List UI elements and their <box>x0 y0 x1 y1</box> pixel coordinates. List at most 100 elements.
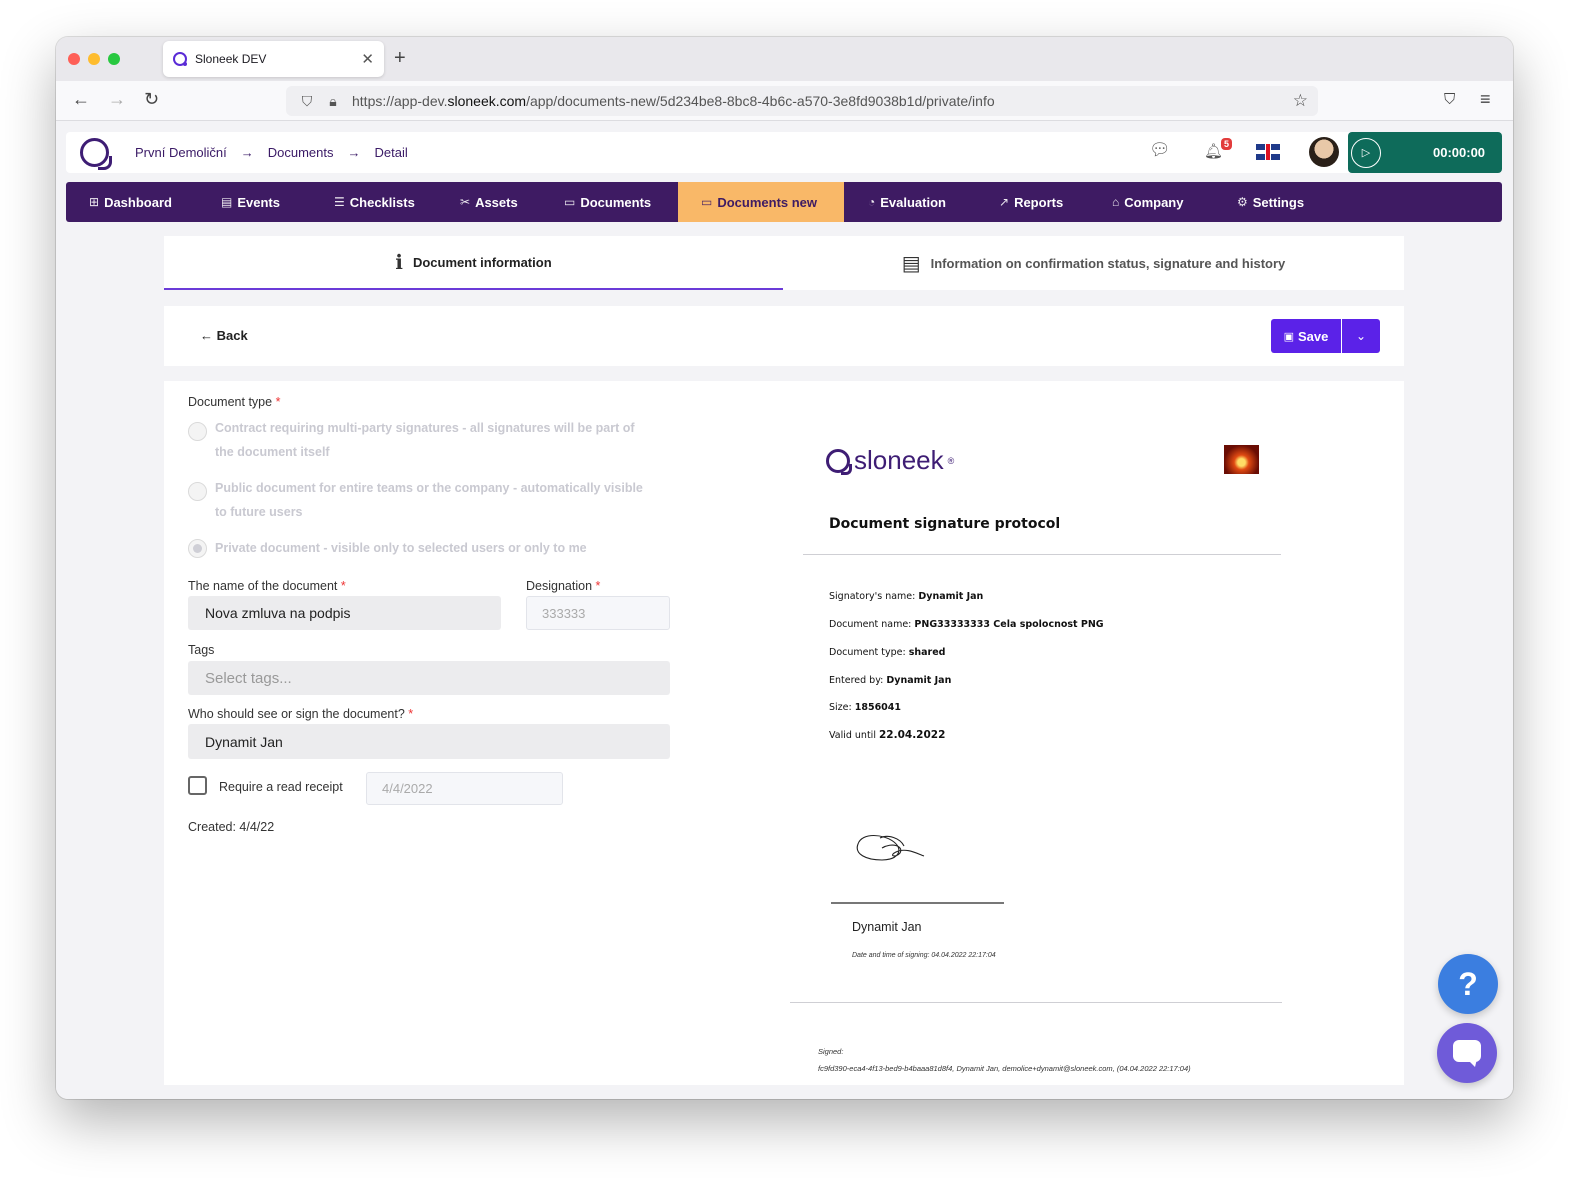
document-form-card: Document type * Contract requiring multi… <box>164 381 1404 1085</box>
browser-window: Sloneek DEV ✕ + ← → ↻ ⛉ 🔒︎ https://app-d… <box>56 37 1513 1099</box>
chat-button[interactable] <box>1437 1023 1497 1083</box>
help-button[interactable]: ? <box>1438 954 1498 1014</box>
info-icon: ℹ <box>395 251 403 274</box>
chart-icon: ↗ <box>999 195 1010 209</box>
document-name-label: The name of the document * <box>188 579 346 593</box>
menu-item-documents[interactable]: ▭ Documents <box>552 182 678 222</box>
tab-document-information[interactable]: ℹ Document information <box>164 236 783 290</box>
created-date: Created: 4/4/22 <box>188 820 275 834</box>
close-window-button[interactable] <box>68 53 80 65</box>
document-preview: sloneek ® Document signature protocol Sig… <box>790 381 1310 1085</box>
radio-option-public[interactable]: Public document for entire teams or the … <box>188 476 648 524</box>
radio-button[interactable] <box>188 482 207 501</box>
sloneek-logo-icon[interactable] <box>80 138 112 170</box>
menu-item-evaluation[interactable]: ◔ Evaluation <box>844 182 975 222</box>
preview-field-document-name: Document name: PNG33333333 Cela spolocno… <box>829 619 1104 630</box>
notification-count-badge: 5 <box>1221 138 1233 150</box>
form-toolbar: ← Back ▣ Save ⌄ <box>164 306 1404 366</box>
signed-hash: Signed: fc9fd390-eca4-4f13-bed9-b4baaa81… <box>818 1047 1191 1073</box>
menu-item-reports[interactable]: ↗ Reports <box>975 182 1088 222</box>
menu-item-events[interactable]: ▤ Events <box>209 182 322 222</box>
radio-option-private[interactable]: Private document - visible only to selec… <box>188 536 648 560</box>
save-button[interactable]: ▣ Save <box>1271 319 1341 353</box>
bookmark-star-icon[interactable]: ☆ <box>1293 91 1308 111</box>
signature-line <box>831 902 1004 904</box>
browser-tabstrip: Sloneek DEV ✕ + <box>56 37 1513 81</box>
gear-icon: ⚙ <box>1237 195 1248 209</box>
read-receipt-checkbox[interactable] <box>188 776 207 795</box>
breadcrumb-company[interactable]: První Demoliční <box>135 145 227 160</box>
tags-select[interactable]: Select tags... <box>188 661 670 695</box>
app-root: První Demoliční → Documents → Detail 💬︎ … <box>56 122 1513 1099</box>
save-options-dropdown[interactable]: ⌄ <box>1342 319 1380 353</box>
browser-tab[interactable]: Sloneek DEV ✕ <box>163 41 384 77</box>
menu-item-documents-new[interactable]: ▭ Documents new <box>678 182 844 222</box>
grid-icon: ⊞ <box>89 195 100 209</box>
breadcrumb-detail: Detail <box>374 145 408 160</box>
floppy-icon: ▣ <box>1283 330 1295 343</box>
forward-arrow-icon[interactable]: → <box>108 89 126 110</box>
tools-icon: ✂ <box>460 195 471 209</box>
favicon-icon <box>173 52 187 66</box>
main-menu: ⊞ Dashboard ▤ Events ☰ Checklists ✂ Assets ▭… <box>66 182 1502 222</box>
who-should-see-label: Who should see or sign the document? * <box>188 707 414 721</box>
breadcrumb: První Demoliční → Documents → Detail <box>135 145 408 160</box>
tags-label: Tags <box>188 643 215 657</box>
preview-field-signatory: Signatory's name: Dynamit Jan <box>829 591 984 602</box>
minimize-window-button[interactable] <box>88 53 100 65</box>
preview-field-valid-until: Valid until 22.04.2022 <box>829 729 946 741</box>
back-arrow-icon[interactable]: ← <box>72 89 90 110</box>
menu-item-settings[interactable]: ⚙ Settings <box>1213 182 1333 222</box>
tab-confirmation-status[interactable]: ▤ Information on confirmation status, si… <box>783 236 1404 290</box>
preview-logo: sloneek ® <box>826 445 954 476</box>
new-tab-button[interactable]: + <box>394 47 406 70</box>
chevron-down-icon: ⌄ <box>1355 329 1367 343</box>
document-tabs: ℹ Document information ▤ Information on … <box>164 236 1404 290</box>
folder-icon: ▭ <box>701 195 713 209</box>
document-type-label: Document type * <box>188 395 281 409</box>
app-header: První Demoliční → Documents → Detail 💬︎ … <box>66 132 1502 173</box>
pocket-icon[interactable]: ⛉ <box>1444 91 1455 108</box>
preview-title: Document signature protocol <box>829 516 1061 532</box>
designation-label: Designation * <box>526 579 601 593</box>
menu-item-company[interactable]: ⌂ Company <box>1088 182 1213 222</box>
chat-bubbles-icon[interactable]: 💬︎ <box>1149 140 1171 160</box>
document-list-icon: ▤ <box>901 252 921 275</box>
preview-field-entered-by: Entered by: Dynamit Jan <box>829 675 952 686</box>
lock-icon: 🔒︎ <box>329 92 337 109</box>
signing-datetime: Date and time of signing: 04.04.2022 22:… <box>852 952 996 959</box>
radio-button-selected[interactable] <box>188 539 207 558</box>
who-should-see-select[interactable]: Dynamit Jan <box>188 724 670 759</box>
designation-input[interactable]: 333333 <box>526 596 670 630</box>
url-bar[interactable]: ⛉ 🔒︎ https://app-dev.sloneek.com/app/doc… <box>286 86 1318 116</box>
read-receipt-date-input[interactable]: 4/4/2022 <box>366 772 563 805</box>
menu-item-assets[interactable]: ✂ Assets <box>448 182 552 222</box>
url-text: https://app-dev.sloneek.com/app/document… <box>352 93 995 109</box>
close-tab-icon[interactable]: ✕ <box>361 50 374 68</box>
folder-icon: ▭ <box>564 195 576 209</box>
menu-icon[interactable]: ≡ <box>1480 89 1491 110</box>
uk-flag-icon[interactable] <box>1256 144 1280 160</box>
back-arrow-icon: ← <box>200 328 217 343</box>
menu-item-dashboard[interactable]: ⊞ Dashboard <box>66 182 209 222</box>
document-name-input[interactable]: Nova zmluva na podpis <box>188 596 501 630</box>
radio-button[interactable] <box>188 422 207 441</box>
signer-name: Dynamit Jan <box>852 920 922 934</box>
back-button[interactable]: ← Back <box>200 328 248 343</box>
reload-icon[interactable]: ↻ <box>144 89 159 110</box>
breadcrumb-documents[interactable]: Documents <box>268 145 334 160</box>
maximize-window-button[interactable] <box>108 53 120 65</box>
building-icon: ⌂ <box>1112 195 1120 209</box>
breadcrumb-arrow-icon: → <box>347 145 361 160</box>
browser-navbar: ← → ↻ ⛉ 🔒︎ https://app-dev.sloneek.com/a… <box>56 81 1513 121</box>
play-icon[interactable]: ▷ <box>1351 137 1381 168</box>
preview-field-document-type: Document type: shared <box>829 647 946 658</box>
menu-item-checklists[interactable]: ☰ Checklists <box>322 182 448 222</box>
company-logo-image <box>1224 445 1259 474</box>
checklist-icon: ☰ <box>334 195 345 209</box>
calendar-icon: ▤ <box>221 195 233 209</box>
avatar[interactable] <box>1309 137 1339 167</box>
preview-field-size: Size: 1856041 <box>829 702 902 713</box>
puzzle-icon: ◔ <box>868 195 876 209</box>
radio-option-contract[interactable]: Contract requiring multi-party signature… <box>188 416 648 464</box>
